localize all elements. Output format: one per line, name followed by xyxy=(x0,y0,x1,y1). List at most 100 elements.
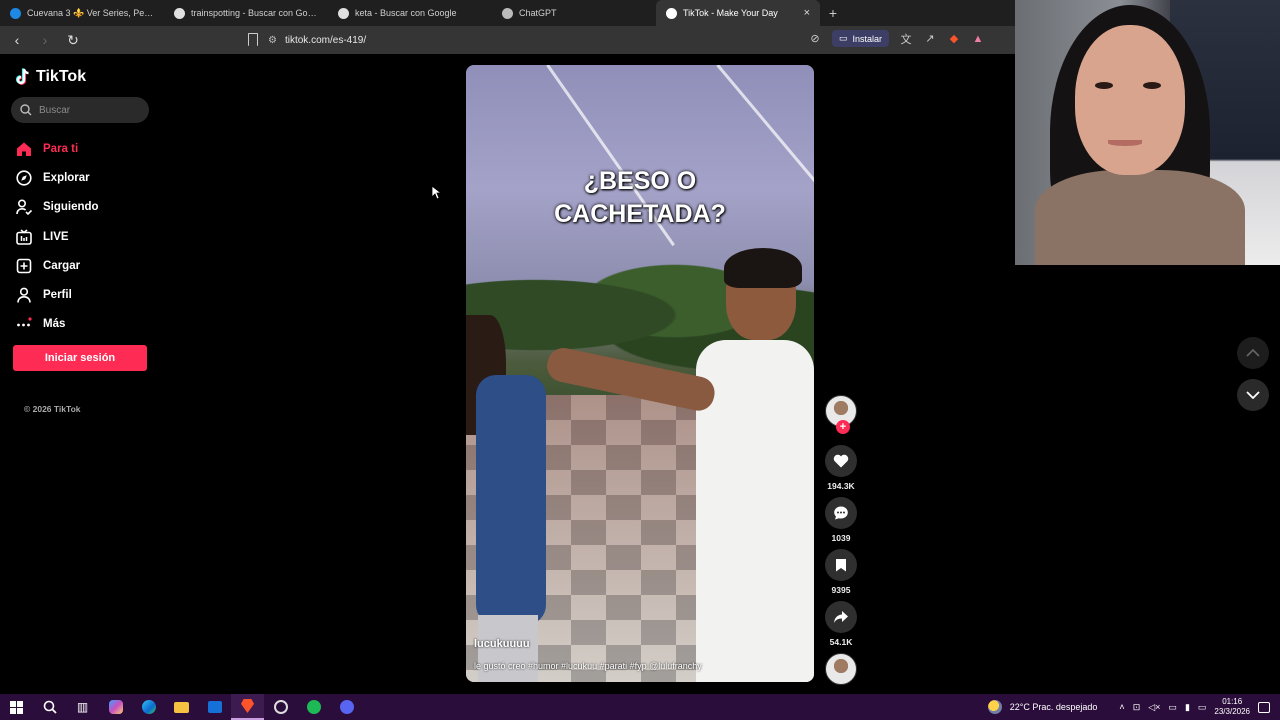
browser-tab[interactable]: trainspotting - Buscar con Google xyxy=(164,0,328,26)
search-input[interactable] xyxy=(39,104,139,116)
live-icon xyxy=(16,228,32,245)
weather-icon[interactable] xyxy=(987,700,1002,714)
chevron-down-icon xyxy=(1246,391,1260,399)
tab-title: ChatGPT xyxy=(519,8,557,18)
upload-icon xyxy=(16,258,32,274)
media-off-icon[interactable]: ⊘ xyxy=(808,32,822,46)
save-count: 9395 xyxy=(831,585,851,595)
share-count: 54.1K xyxy=(829,637,853,647)
site-settings-icon[interactable]: ⚙ xyxy=(268,35,277,46)
video-player[interactable]: ¿BESO O CACHETADA? lucukuuuu le gustó cr… xyxy=(466,65,814,682)
clock[interactable]: 01:16 23/3/2026 xyxy=(1214,697,1250,717)
browser-tab[interactable]: Cuevana 3 ⚜️ Ver Series, Películas y ... xyxy=(0,0,164,26)
video-author[interactable]: lucukuuuu xyxy=(474,638,530,650)
brave-shield-icon[interactable]: ◆ xyxy=(947,32,961,46)
comment-button[interactable] xyxy=(825,497,857,529)
address-bar[interactable]: ⚙ tiktok.com/es-419/ xyxy=(268,30,808,50)
close-tab-icon[interactable]: × xyxy=(804,7,810,19)
back-icon[interactable]: ‹ xyxy=(8,31,26,49)
mail-icon[interactable] xyxy=(198,694,231,720)
translate-icon[interactable]: 文 xyxy=(899,32,913,46)
comment-icon xyxy=(834,506,848,520)
new-tab-button[interactable]: + xyxy=(820,0,846,26)
weather-text[interactable]: 22°C Prac. despejado xyxy=(1010,702,1098,712)
google-favicon-icon xyxy=(174,7,185,19)
save-button[interactable] xyxy=(825,549,857,581)
monitor-icon: ▭ xyxy=(838,33,848,43)
sidebar-item-perfil[interactable]: Perfil xyxy=(16,280,156,309)
copilot-icon[interactable] xyxy=(99,694,132,720)
video-person-left xyxy=(466,315,548,682)
microphone-icon[interactable]: ▮ xyxy=(1185,702,1190,713)
sidebar-item-label: Para ti xyxy=(43,142,79,155)
brave-browser-icon[interactable] xyxy=(231,694,264,720)
tiktok-note-icon xyxy=(16,68,29,85)
webcam-overlay xyxy=(1015,0,1280,265)
search-icon xyxy=(20,104,32,116)
tiktok-wordmark: TikTok xyxy=(36,68,87,85)
forward-icon[interactable]: › xyxy=(36,31,54,49)
edge-icon[interactable] xyxy=(132,694,165,720)
file-explorer-icon[interactable] xyxy=(165,694,198,720)
sidebar-item-para-ti[interactable]: Para ti xyxy=(16,134,156,163)
login-button[interactable]: Iniciar sesión xyxy=(13,345,147,371)
sidebar-item-siguiendo[interactable]: Siguiendo xyxy=(16,193,156,222)
windows-start-icon[interactable] xyxy=(0,694,33,720)
sidebar-item-cargar[interactable]: Cargar xyxy=(16,251,156,280)
share-button[interactable] xyxy=(825,601,857,633)
mouse-cursor-icon xyxy=(431,185,441,200)
chatgpt-favicon-icon xyxy=(502,7,513,19)
like-count: 194.3K xyxy=(827,481,855,491)
google-favicon-icon xyxy=(338,7,349,19)
like-button[interactable] xyxy=(825,445,857,477)
tab-title: TikTok - Make Your Day xyxy=(683,8,778,18)
tiktok-logo[interactable]: TikTok xyxy=(16,68,86,86)
sidebar-item-live[interactable]: LIVE xyxy=(16,222,156,251)
copyright-text: © 2026 TikTok xyxy=(24,404,81,414)
notifications-icon[interactable] xyxy=(1258,701,1270,713)
profile-icon xyxy=(17,287,31,303)
app-icon[interactable] xyxy=(264,694,297,720)
network-icon[interactable]: ⊡ xyxy=(1133,702,1141,713)
spotify-icon[interactable] xyxy=(297,694,330,720)
install-button[interactable]: ▭ Instalar xyxy=(831,30,889,47)
toolbar-actions: ⊘ ▭ Instalar 文 ↗ ◆ ▲ xyxy=(808,30,985,47)
sidebar-item-label: Cargar xyxy=(43,259,81,272)
search-box[interactable] xyxy=(11,97,149,123)
browser-tab-active[interactable]: TikTok - Make Your Day × xyxy=(656,0,820,26)
heart-icon xyxy=(833,454,849,468)
music-disc-avatar[interactable] xyxy=(825,653,857,685)
video-caption[interactable]: le gustó creo #humor #lucukuu #parati #f… xyxy=(474,661,702,671)
browser-tab-strip: Cuevana 3 ⚜️ Ver Series, Películas y ...… xyxy=(0,0,1015,26)
following-icon xyxy=(16,199,32,216)
browser-tab[interactable]: keta - Buscar con Google xyxy=(328,0,492,26)
battery-icon[interactable]: ▭ xyxy=(1198,702,1207,713)
brave-rewards-icon[interactable]: ▲ xyxy=(971,32,985,46)
display-icon[interactable]: ▭ xyxy=(1168,702,1177,713)
author-avatar[interactable]: + xyxy=(825,395,857,434)
reload-icon[interactable]: ↻ xyxy=(64,31,82,49)
tab-title: trainspotting - Buscar con Google xyxy=(191,8,318,18)
install-label: Instalar xyxy=(852,33,882,44)
sidebar-item-label: Explorar xyxy=(43,171,90,184)
sidebar-item-mas[interactable]: Más xyxy=(16,310,156,339)
tray-chevron-icon[interactable]: ˄ xyxy=(1119,702,1124,712)
share-icon[interactable]: ↗ xyxy=(923,32,937,46)
taskbar-search-icon[interactable] xyxy=(33,694,66,720)
task-view-icon[interactable]: ▥ xyxy=(66,694,99,720)
sidebar-item-explorar[interactable]: Explorar xyxy=(16,163,156,192)
follow-plus-icon[interactable]: + xyxy=(836,420,850,434)
more-icon xyxy=(17,317,32,327)
video-overlay-text: ¿BESO O CACHETADA? xyxy=(466,165,814,231)
discord-icon[interactable] xyxy=(330,694,363,720)
windows-taskbar: ▥ 22°C Prac. despejado ˄ ⊡ ◁× ▭ ▮ ▭ 01:1… xyxy=(0,694,1280,720)
bookmark-icon[interactable] xyxy=(248,33,258,46)
browser-tab[interactable]: ChatGPT xyxy=(492,0,656,26)
overlay-line: ¿BESO O xyxy=(583,167,697,195)
video-actions: + 194.3K 1039 9395 54.1K xyxy=(822,395,860,685)
volume-icon[interactable]: ◁× xyxy=(1148,702,1160,713)
sidebar-item-label: LIVE xyxy=(43,230,69,243)
next-video-button[interactable] xyxy=(1237,379,1269,411)
cuevana-favicon-icon xyxy=(10,7,21,19)
previous-video-button[interactable] xyxy=(1237,337,1269,369)
